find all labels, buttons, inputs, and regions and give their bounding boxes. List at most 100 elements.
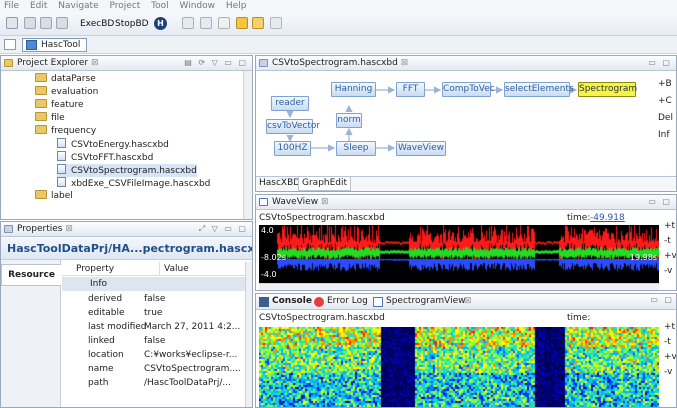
view-controls[interactable]: ▤ ⟳ ▽ ▭ ▢ xyxy=(184,56,248,70)
spec-zoom-out-value[interactable]: -v xyxy=(664,365,676,380)
editor-bottom-tabs: HascXBD GraphEdit xyxy=(256,176,676,191)
tree-item-label: CSVtoEnergy.hascxbd xyxy=(71,140,169,150)
waveview-controls[interactable]: ▭ ▢ xyxy=(648,195,672,209)
node-norm[interactable]: norm xyxy=(336,113,362,128)
tree-file[interactable]: CSVtoEnergy.hascxbd xyxy=(57,138,169,151)
perspective-bar: HascTool xyxy=(0,36,677,54)
project-explorer-icon xyxy=(4,59,13,67)
menu-edit[interactable]: Edit xyxy=(30,0,47,12)
tab-spectrogram-view[interactable]: SpectrogramView xyxy=(386,294,466,309)
tree-folder[interactable]: feature xyxy=(35,99,84,112)
properties-tab-column: Resource xyxy=(1,260,61,407)
spec-zoom-in-time[interactable]: +t xyxy=(664,320,676,335)
side-action-b[interactable]: +B xyxy=(658,76,676,93)
menu-project[interactable]: Project xyxy=(110,0,141,12)
property-row[interactable]: location C:¥works¥eclipse-r... xyxy=(62,348,245,362)
menu-tool[interactable]: Tool xyxy=(151,0,168,12)
tab-graphedit[interactable]: GraphEdit xyxy=(298,177,352,191)
property-row[interactable]: derived false xyxy=(62,292,245,306)
console-icon xyxy=(259,297,269,307)
folder-icon xyxy=(35,86,47,95)
side-action-del[interactable]: Del xyxy=(658,110,676,127)
property-row[interactable]: path/HascToolDataPrj/... xyxy=(62,376,245,390)
menu-navigate[interactable]: Navigate xyxy=(58,0,98,12)
node-hanning[interactable]: Hanning xyxy=(331,82,376,97)
node-comptovec[interactable]: CompToVec xyxy=(442,82,495,97)
stopbd-button[interactable]: StopBD xyxy=(115,17,149,31)
column-property[interactable]: Property xyxy=(76,262,114,276)
tree-folder[interactable]: file xyxy=(35,112,65,125)
spectrogram-controls[interactable]: ▭ ▢ xyxy=(650,295,674,304)
property-row[interactable]: linked false xyxy=(62,334,245,348)
forward-icon[interactable] xyxy=(270,17,282,29)
graph-canvas[interactable]: reader Hanning FFT CompToVec selectEleme… xyxy=(256,71,656,173)
back-icon[interactable] xyxy=(252,17,264,29)
properties-controls[interactable]: ⤢ ▽ ▭ ▢ xyxy=(199,222,248,236)
side-action-inf[interactable]: Inf xyxy=(658,127,676,144)
run-icon[interactable] xyxy=(218,17,230,29)
tab-error-log[interactable]: Error Log xyxy=(327,294,368,309)
tab-console[interactable]: Console xyxy=(272,294,312,309)
properties-header: HascToolDataPrj/HA...pectrogram.hascxbd xyxy=(1,238,252,260)
open-perspective-icon[interactable] xyxy=(4,39,16,50)
node-selectelements[interactable]: selectElements xyxy=(504,82,574,97)
node-waveview[interactable]: WaveView xyxy=(396,141,446,156)
tree-folder[interactable]: frequency xyxy=(35,125,96,138)
debug-icon[interactable] xyxy=(200,17,212,29)
property-key: editable xyxy=(88,308,125,318)
menu-bar: File Edit Navigate Project Tool Window H… xyxy=(0,0,677,12)
spectrogram-plot[interactable] xyxy=(259,327,659,407)
print-icon[interactable] xyxy=(56,17,68,29)
waveview-scrollbar[interactable] xyxy=(259,283,659,290)
tab-hascxbd[interactable]: HascXBD xyxy=(256,177,303,191)
tree-item-label: xbdExe_CSVFileImage.hascxbd xyxy=(71,179,211,189)
tree-folder[interactable]: dataParse xyxy=(35,73,96,86)
property-row[interactable]: editable true xyxy=(62,306,245,320)
save-all-icon[interactable] xyxy=(40,17,52,29)
tree-folder[interactable]: label xyxy=(35,190,73,203)
properties-title[interactable]: Properties xyxy=(17,224,62,234)
properties-group-info[interactable]: Info xyxy=(62,277,245,291)
node-100hz[interactable]: 100HZ xyxy=(274,141,311,156)
menu-window[interactable]: Window xyxy=(180,0,216,12)
property-row[interactable]: last modified March 27, 2011 4:2... xyxy=(62,320,245,334)
menu-file[interactable]: File xyxy=(4,0,19,12)
tree-scrollbar[interactable] xyxy=(243,71,252,219)
h-button[interactable]: H xyxy=(154,17,167,30)
tree-file[interactable]: xbdExe_CSVFileImage.hascxbd xyxy=(57,177,210,190)
wave-zoom-in-value[interactable]: +v xyxy=(664,249,676,264)
spec-zoom-in-value[interactable]: +v xyxy=(664,350,676,365)
node-reader[interactable]: reader xyxy=(271,96,309,111)
tree-file[interactable]: CSVtoSpectrogram.hascxbd xyxy=(57,164,197,177)
wave-zoom-out-time[interactable]: -t xyxy=(664,234,676,249)
edit-icon[interactable] xyxy=(236,17,248,29)
save-icon[interactable] xyxy=(24,17,36,29)
execbd-button[interactable]: ExecBD xyxy=(80,17,114,31)
properties-scrollbar[interactable] xyxy=(245,262,252,407)
node-csvtovector[interactable]: csvToVector xyxy=(266,119,320,134)
wave-zoom-out-value[interactable]: -v xyxy=(664,264,676,279)
spec-zoom-out-time[interactable]: -t xyxy=(664,335,676,350)
node-spectrogram[interactable]: Spectrogram xyxy=(578,82,637,97)
resource-tab[interactable]: Resource xyxy=(1,264,61,286)
new-file-icon[interactable] xyxy=(6,17,18,29)
editor-tab-title[interactable]: CSVtoSpectrogram.hascxbd xyxy=(272,58,398,68)
menu-help[interactable]: Help xyxy=(226,0,247,12)
tree-file[interactable]: CSVtoFFT.hascxbd xyxy=(57,151,153,164)
property-key: name xyxy=(88,364,114,374)
property-row[interactable]: name CSVtoSpectrogram.... xyxy=(62,362,245,376)
column-value[interactable]: Value xyxy=(159,262,189,276)
wave-zoom-in-time[interactable]: +t xyxy=(664,219,676,234)
waveview-time-value[interactable]: -49.918 xyxy=(590,212,625,224)
node-fft[interactable]: FFT xyxy=(396,82,425,97)
side-action-c[interactable]: +C xyxy=(658,93,676,110)
tree-folder[interactable]: evaluation xyxy=(35,86,98,99)
project-explorer-title[interactable]: Project Explorer xyxy=(17,58,88,68)
folder-icon xyxy=(35,73,47,82)
node-sleep[interactable]: Sleep xyxy=(336,141,376,156)
editor-controls[interactable]: ▭ ▢ xyxy=(648,56,672,70)
waveview-title[interactable]: WaveView xyxy=(272,197,318,207)
build-icon[interactable] xyxy=(182,17,194,29)
waveform-plot[interactable]: 4.0 -8.02s -4.0 19.98s xyxy=(259,225,659,283)
perspective-tab-hasctool[interactable]: HascTool xyxy=(22,38,88,52)
